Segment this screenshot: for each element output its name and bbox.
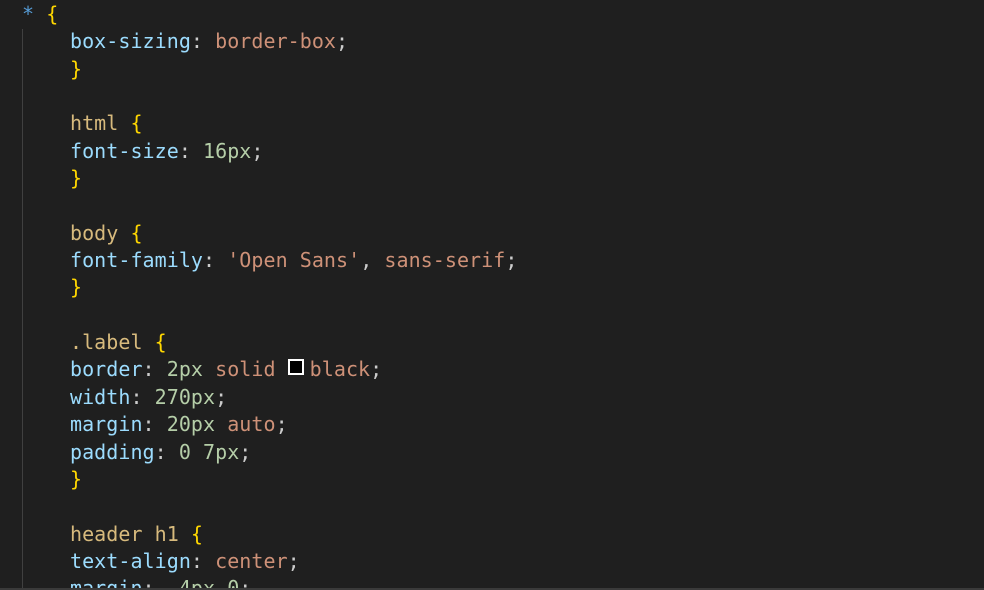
close-brace: } [70, 166, 83, 191]
close-brace: } [70, 56, 83, 81]
property-value: sans-serif [384, 248, 506, 273]
number-value: 7px [203, 439, 240, 464]
code-line-13[interactable]: .label { [0, 329, 984, 356]
colon: : [190, 548, 204, 573]
number-value: 20px [166, 412, 216, 437]
open-brace: { [154, 330, 167, 355]
code-line-8[interactable] [0, 192, 984, 219]
property-name: box-sizing [70, 29, 191, 54]
colon: : [142, 357, 155, 382]
number-value: 0 [178, 439, 191, 464]
code-line-16[interactable]: margin: 20px auto; [0, 411, 984, 438]
code-line-11[interactable]: } [0, 274, 984, 301]
semicolon: ; [336, 29, 349, 54]
code-line-5[interactable]: html { [0, 110, 984, 137]
selector: .label [70, 330, 143, 355]
code-line-10[interactable]: font-family: 'Open Sans', sans-serif; [0, 247, 984, 274]
property-name: margin [70, 412, 143, 437]
code-line-19[interactable] [0, 493, 984, 520]
code-line-17[interactable]: padding: 0 7px; [0, 439, 984, 466]
semicolon: ; [275, 412, 288, 437]
code-line-3[interactable]: } [0, 56, 984, 83]
property-name: text-align [70, 548, 191, 573]
color-swatch-icon[interactable] [287, 359, 304, 376]
semicolon: ; [370, 357, 383, 382]
code-line-20[interactable]: header h1 { [0, 521, 984, 548]
code-line-9[interactable]: body { [0, 220, 984, 247]
property-name: font-size [70, 138, 179, 163]
property-name: width [70, 384, 131, 409]
number-value: 2px [166, 357, 204, 382]
code-editor[interactable]: * { box-sizing: border-box; } html { fon… [0, 0, 984, 590]
code-line-1[interactable]: * { [0, 1, 984, 28]
selector: header h1 [70, 521, 179, 546]
code-line-14[interactable]: border: 2px solid black; [0, 356, 984, 383]
property-value: auto [227, 412, 276, 437]
open-brace: { [190, 521, 204, 546]
colon: : [142, 412, 155, 437]
colon: : [154, 439, 167, 464]
semicolon: ; [239, 439, 252, 464]
semicolon: ; [251, 138, 264, 163]
semicolon: ; [287, 548, 300, 573]
string-value: 'Open Sans' [227, 248, 361, 273]
close-brace: } [70, 275, 83, 300]
close-brace: } [70, 466, 83, 491]
open-brace: { [130, 111, 143, 136]
universal-selector: * [22, 2, 35, 26]
selector: html [70, 111, 119, 136]
property-value: border-box [215, 29, 337, 54]
number-value: 270px [154, 384, 216, 409]
code-line-6[interactable]: font-size: 16px; [0, 138, 984, 165]
code-line-7[interactable]: } [0, 165, 984, 192]
colon: : [203, 248, 216, 273]
property-name: padding [70, 439, 155, 464]
semicolon: ; [505, 248, 518, 273]
comma: , [360, 248, 373, 273]
colon: : [130, 384, 143, 409]
property-value: center [215, 548, 288, 573]
property-value: solid [215, 357, 276, 382]
code-line-12[interactable] [0, 302, 984, 329]
colon: : [190, 29, 204, 54]
code-line-15[interactable]: width: 270px; [0, 384, 984, 411]
selector: body [70, 220, 119, 245]
semicolon: ; [215, 384, 228, 409]
number-value: 16px [203, 138, 252, 163]
open-brace: { [130, 220, 143, 245]
open-brace: { [46, 2, 59, 26]
code-line-18[interactable]: } [0, 466, 984, 493]
code-text[interactable]: * { box-sizing: border-box; } html { fon… [0, 1, 984, 590]
property-name: font-family [70, 248, 204, 273]
code-line-21[interactable]: text-align: center; [0, 548, 984, 575]
colon: : [178, 138, 191, 163]
color-value: black [309, 357, 371, 382]
code-line-4[interactable] [0, 83, 984, 110]
property-name: border [70, 357, 143, 382]
code-line-2[interactable]: box-sizing: border-box; [0, 28, 984, 55]
